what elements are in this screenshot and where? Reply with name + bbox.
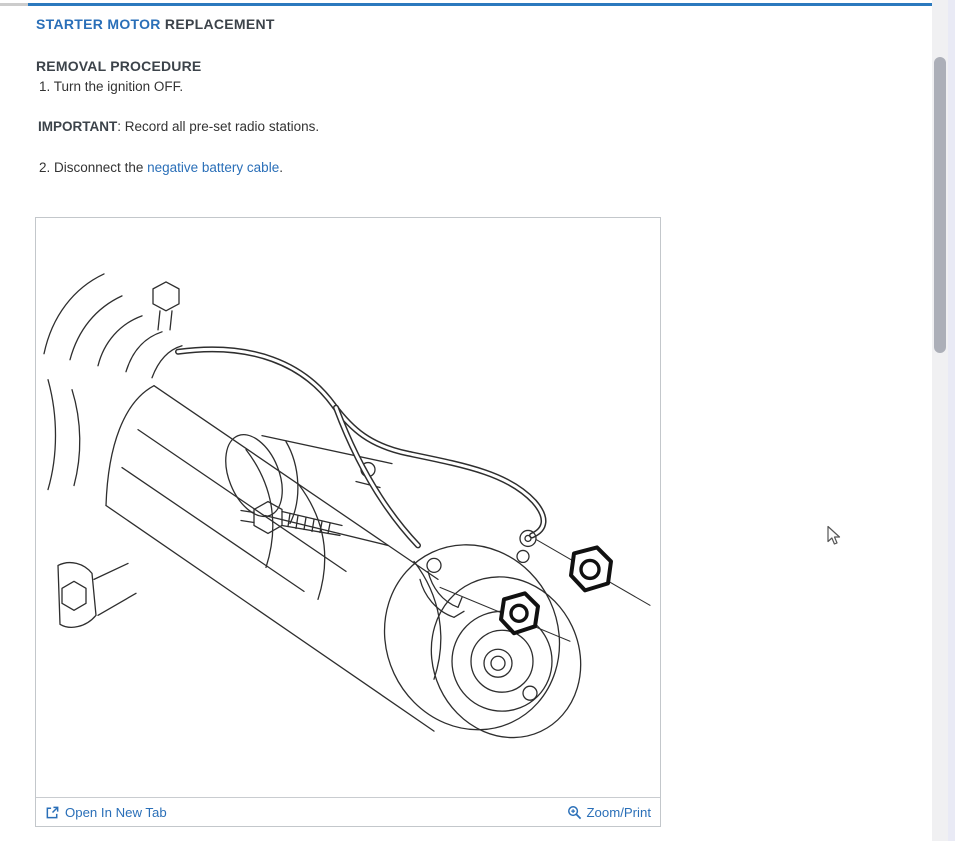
motor-body xyxy=(58,386,607,763)
figure-footer: Open In New Tab Zoom/Print xyxy=(36,797,660,826)
arrow-cursor xyxy=(826,525,841,546)
starter-motor-link[interactable]: STARTER MOTOR xyxy=(36,16,161,32)
zoom-print-label: Zoom/Print xyxy=(587,805,652,820)
important-text: : Record all pre-set radio stations. xyxy=(117,119,319,134)
important-label: IMPORTANT xyxy=(38,119,117,134)
page-title-rest: REPLACEMENT xyxy=(165,16,275,32)
zoom-print-link[interactable]: Zoom/Print xyxy=(567,805,652,820)
window-edge-strip xyxy=(948,0,955,841)
solenoid xyxy=(215,426,392,545)
mount-flange xyxy=(58,563,96,628)
top-hex-bolt xyxy=(153,282,179,311)
step-2: 2. Disconnect the negative battery cable… xyxy=(39,160,283,175)
step-2-number: 2. xyxy=(39,160,50,175)
step-1-number: 1. xyxy=(39,79,50,94)
open-in-new-tab-link[interactable]: Open In New Tab xyxy=(45,805,167,820)
step-2-text-after: . xyxy=(279,160,283,175)
leader-lines xyxy=(440,539,650,641)
section-heading: REMOVAL PROCEDURE xyxy=(36,58,201,74)
negative-battery-cable-link[interactable]: negative battery cable xyxy=(147,160,279,175)
page-title: STARTER MOTOR REPLACEMENT xyxy=(36,16,275,32)
scrollbar-thumb[interactable] xyxy=(934,57,946,353)
top-accent-blue xyxy=(28,3,935,6)
mounting-nuts xyxy=(501,547,611,633)
document-page: STARTER MOTOR REPLACEMENT REMOVAL PROCED… xyxy=(0,0,955,841)
flange-hex-bolt xyxy=(62,581,86,610)
magnifier-plus-icon xyxy=(567,805,582,820)
scrollbar[interactable] xyxy=(932,0,948,841)
mounting-nut-upper xyxy=(571,547,611,590)
mounting-nut-lower xyxy=(501,593,538,633)
open-in-new-tab-icon xyxy=(45,805,60,820)
step-1: 1. Turn the ignition OFF. xyxy=(39,79,183,94)
cable-terminal-ring xyxy=(520,530,536,546)
step-2-text: Disconnect the xyxy=(54,160,143,175)
figure-panel: Open In New Tab Zoom/Print xyxy=(35,217,661,827)
top-accent-gray xyxy=(0,3,28,6)
important-note: IMPORTANT: Record all pre-set radio stat… xyxy=(38,119,319,134)
step-1-text: Turn the ignition OFF. xyxy=(54,79,183,94)
open-in-new-tab-label: Open In New Tab xyxy=(65,805,167,820)
figure-image xyxy=(36,218,660,797)
starter-motor-illustration xyxy=(36,218,660,797)
engine-block-lines xyxy=(44,274,182,490)
